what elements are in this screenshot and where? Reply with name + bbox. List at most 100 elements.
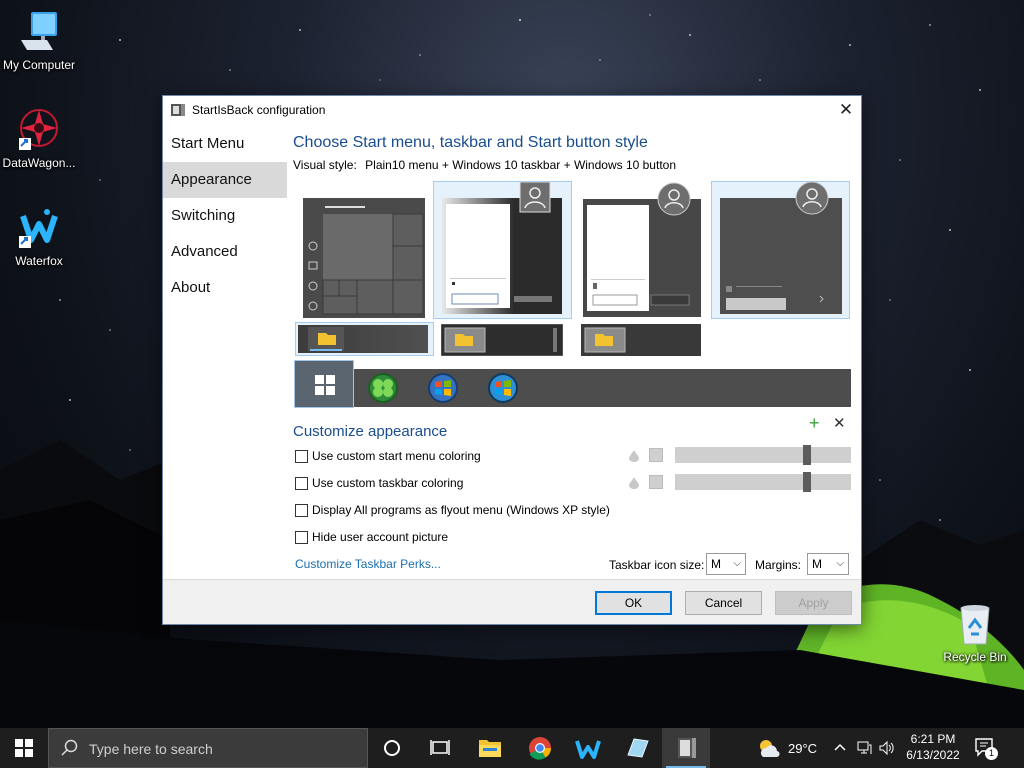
taskbar-style-windows8[interactable] — [440, 323, 564, 357]
checkbox-box[interactable] — [295, 476, 308, 490]
sidebar-item-appearance[interactable]: Appearance — [163, 162, 287, 198]
desktop-icon-my-computer[interactable]: My Computer — [0, 10, 78, 72]
action-center-button[interactable]: 1 — [974, 736, 1000, 760]
search-placeholder: Type here to search — [89, 741, 213, 757]
chevron-down-icon: ⌵ — [836, 558, 844, 569]
start-button[interactable] — [0, 728, 48, 768]
menu-style-plain10[interactable] — [433, 181, 572, 319]
checkbox-box[interactable] — [295, 449, 308, 463]
taskbar-style-windows10[interactable] — [295, 322, 434, 356]
start-menu-transparency-slider[interactable] — [675, 445, 851, 465]
clock-time: 6:21 PM — [910, 732, 956, 746]
style-heading: Choose Start menu, taskbar and Start but… — [293, 134, 648, 151]
visual-style-value: Plain10 menu + Windows 10 taskbar + Wind… — [365, 158, 676, 172]
taskbar-file-explorer[interactable] — [466, 728, 514, 768]
desktop-icon-recycle-bin[interactable]: Recycle Bin — [936, 602, 1014, 664]
close-button[interactable]: ✕ — [831, 96, 861, 124]
slider-thumb[interactable] — [803, 472, 811, 492]
apply-button[interactable]: Apply — [775, 591, 852, 615]
checkbox-label: Use custom start menu coloring — [312, 449, 481, 463]
start-button-clover[interactable] — [365, 373, 401, 403]
margins-label: Margins: — [755, 558, 802, 572]
startisback-config-dialog: StartIsBack configuration ✕ Start Menu A… — [162, 95, 862, 625]
taskbar-transparency-slider[interactable] — [675, 472, 851, 492]
start-button-styles — [294, 360, 851, 408]
select-value: M — [812, 557, 822, 571]
computer-icon — [17, 10, 61, 54]
checkbox-all-programs-flyout[interactable]: Display All programs as flyout menu (Win… — [295, 503, 610, 517]
windows-logo-icon — [15, 739, 33, 757]
checkbox-label: Use custom taskbar coloring — [312, 476, 464, 490]
appearance-panel: Choose Start menu, taskbar and Start but… — [293, 134, 853, 172]
menu-style-plain8[interactable] — [581, 181, 703, 319]
desktop-icon-waterfox[interactable]: Waterfox — [0, 206, 78, 268]
desktop-icon-label: Waterfox — [15, 254, 63, 268]
sidebar-item-about[interactable]: About — [163, 270, 287, 306]
checkbox-label: Display All programs as flyout menu (Win… — [312, 503, 610, 517]
notification-count-badge: 1 — [985, 747, 998, 760]
select-value: M — [711, 557, 721, 571]
start-button-windows7-orb[interactable] — [425, 373, 461, 403]
menu-style-windows7[interactable] — [711, 181, 850, 319]
clock-date: 6/13/2022 — [906, 748, 960, 762]
desktop-icon-datawagon[interactable]: DataWagon... — [0, 108, 78, 170]
waterfox-icon — [17, 206, 61, 250]
network-icon[interactable] — [856, 740, 872, 756]
checkbox-custom-start-menu-coloring[interactable]: Use custom start menu coloring — [295, 449, 481, 463]
datawagon-icon — [17, 108, 61, 152]
startisback-app-icon — [678, 738, 696, 758]
task-view-button[interactable] — [416, 728, 464, 768]
sidebar-item-advanced[interactable]: Advanced — [163, 234, 287, 270]
desktop-icon-label: Recycle Bin — [943, 650, 1007, 664]
start-menu-color-swatch[interactable] — [649, 448, 663, 462]
settings-sidebar: Start Menu Appearance Switching Advanced… — [163, 126, 287, 306]
volume-icon[interactable] — [878, 740, 896, 756]
weather-temperature: 29°C — [788, 741, 818, 756]
waterfox-icon — [575, 740, 601, 759]
checkbox-hide-user-picture[interactable]: Hide user account picture — [295, 530, 448, 544]
transparency-icon — [629, 477, 639, 489]
customize-heading: Customize appearance — [293, 423, 448, 440]
add-icon[interactable]: + — [809, 413, 820, 434]
glass-app-icon — [627, 738, 649, 758]
weather-widget[interactable]: 29°C — [752, 728, 822, 768]
cancel-button[interactable]: Cancel — [685, 591, 762, 615]
taskbar-chrome[interactable] — [516, 728, 564, 768]
start-button-vista-orb[interactable] — [485, 373, 521, 403]
taskbar-icon-size-select[interactable]: M ⌵ — [706, 553, 746, 575]
cortana-button[interactable] — [368, 728, 416, 768]
transparency-icon — [629, 450, 639, 462]
windows-taskbar: Type here to search 29°C 6:21 PM 6/13/20… — [0, 728, 1024, 768]
customize-taskbar-perks-link[interactable]: Customize Taskbar Perks... — [295, 557, 441, 571]
taskbar-startisback[interactable] — [662, 728, 710, 768]
chevron-down-icon: ⌵ — [733, 558, 741, 569]
task-view-icon — [430, 740, 450, 755]
taskbar-clock[interactable]: 6:21 PM 6/13/2022 — [900, 731, 966, 763]
checkbox-custom-taskbar-coloring[interactable]: Use custom taskbar coloring — [295, 476, 463, 490]
sidebar-item-start-menu[interactable]: Start Menu — [163, 126, 287, 162]
dialog-titlebar[interactable]: StartIsBack configuration ✕ — [163, 96, 861, 124]
startisback-app-icon — [171, 103, 185, 117]
slider-thumb[interactable] — [803, 445, 811, 465]
taskbar-color-swatch[interactable] — [649, 475, 663, 489]
taskbar-search-box[interactable]: Type here to search — [48, 728, 368, 768]
margins-select[interactable]: M ⌵ — [807, 553, 849, 575]
folder-icon — [479, 740, 501, 757]
taskbar-waterfox[interactable] — [564, 728, 612, 768]
visual-style-line: Visual style: Plain10 menu + Windows 10 … — [293, 158, 853, 172]
taskbar-style-windows7[interactable] — [581, 324, 701, 356]
sidebar-item-switching[interactable]: Switching — [163, 198, 287, 234]
checkbox-box[interactable] — [295, 503, 308, 517]
chevron-up-icon[interactable] — [832, 740, 848, 756]
checkbox-label: Hide user account picture — [312, 530, 449, 544]
taskbar-app-glass[interactable] — [614, 728, 662, 768]
dialog-title: StartIsBack configuration — [192, 103, 326, 117]
remove-icon[interactable]: ✕ — [833, 414, 846, 432]
ok-button[interactable]: OK — [595, 591, 672, 615]
start-button-windows10[interactable] — [294, 360, 354, 408]
menu-style-windows10[interactable] — [303, 198, 425, 318]
desktop-icon-label: My Computer — [2, 58, 76, 72]
visual-style-label: Visual style: — [293, 158, 357, 172]
search-icon — [61, 739, 78, 756]
checkbox-box[interactable] — [295, 530, 308, 544]
